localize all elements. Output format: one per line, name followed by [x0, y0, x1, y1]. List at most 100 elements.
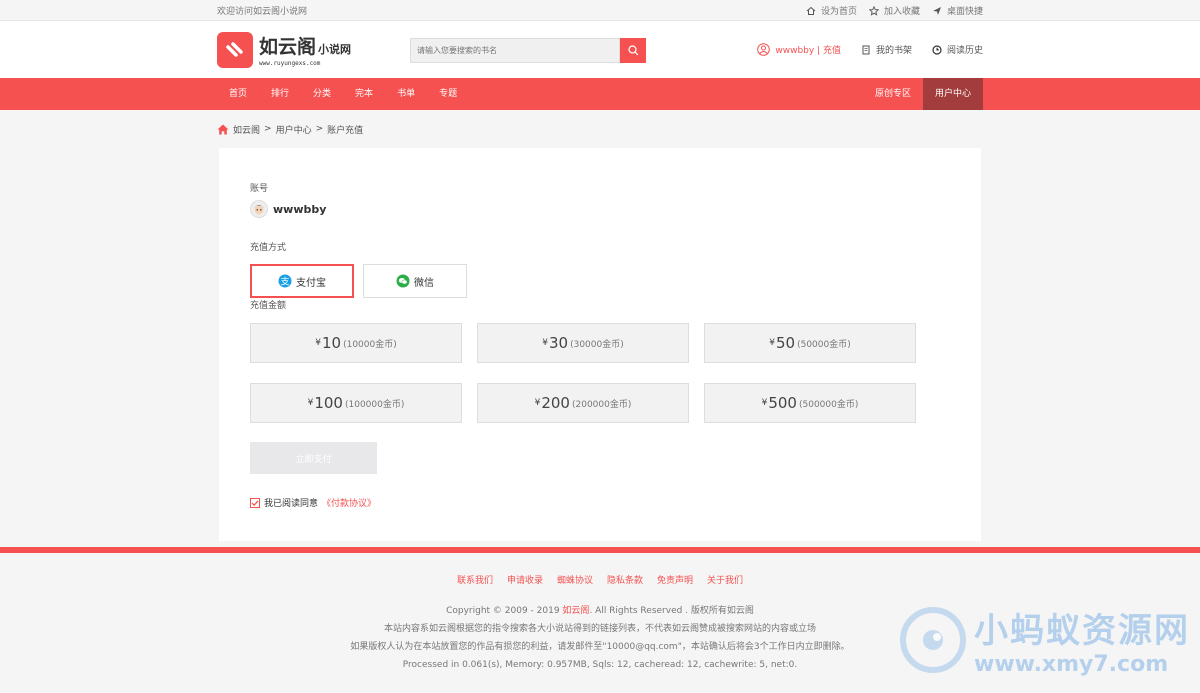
amount-option-200[interactable]: ¥200 (200000金币) — [477, 383, 689, 423]
alipay-icon: 支 — [278, 274, 292, 288]
breadcrumb-home[interactable]: 如云阁 — [233, 123, 260, 136]
wechat-label: 微信 — [414, 277, 434, 289]
site-logo[interactable]: 如云阁 小说网 www.ruyungexs.com — [217, 31, 352, 68]
payment-agreement-link[interactable]: 《付款协议》 — [322, 496, 376, 509]
amount-option-50[interactable]: ¥50 (50000金币) — [704, 323, 916, 363]
agreement-row: 我已阅读同意 《付款协议》 — [250, 496, 950, 509]
nav-ranking[interactable]: 排行 — [259, 78, 301, 110]
header: 如云阁 小说网 www.ruyungexs.com wwwbby | 充值 我的… — [0, 21, 1200, 78]
topbar: 欢迎访问如云阁小说网 设为首页 加入收藏 桌面快捷 — [0, 0, 1200, 21]
account-label: 账号 — [250, 184, 269, 194]
amount-coins: (500000金币) — [798, 399, 859, 410]
breadcrumb-current: 账户充值 — [327, 125, 364, 136]
method-label: 充值方式 — [250, 243, 287, 253]
logo-subtitle: 小说网 — [318, 43, 352, 56]
currency-symbol: ¥ — [761, 398, 768, 408]
recharge-panel: 账号 wwwbby 充值方式 支 支付宝 微信 充值金额 ¥10 (10000金币… — [219, 148, 981, 541]
add-fav-link[interactable]: 加入收藏 — [868, 4, 920, 17]
nav-complete[interactable]: 完本 — [343, 78, 385, 110]
logo-title: 如云阁 — [259, 36, 317, 58]
nav-home[interactable]: 首页 — [217, 78, 259, 110]
footer-link-privacy[interactable]: 隐私条款 — [607, 573, 643, 586]
history-link[interactable]: 阅读历史 — [932, 43, 983, 56]
amount-grid: ¥10 (10000金币) ¥30 (30000金币) ¥50 (50000金币) ¥… — [250, 323, 950, 423]
user-link-label: wwwbby | 充值 — [775, 46, 841, 56]
logo-icon — [217, 31, 253, 68]
search-input[interactable] — [410, 38, 620, 63]
copyright-post: . All Rights Reserved . 版权所有如云阁 — [589, 606, 754, 616]
desktop-link[interactable]: 桌面快捷 — [932, 4, 983, 17]
nav-original[interactable]: 原创专区 — [863, 78, 923, 110]
currency-symbol: ¥ — [307, 398, 314, 408]
bookshelf-label: 我的书架 — [875, 46, 912, 56]
clock-icon — [932, 44, 942, 55]
desktop-label: 桌面快捷 — [946, 7, 983, 17]
nav-topics[interactable]: 专题 — [427, 78, 469, 110]
user-area: wwwbby | 充值 我的书架 阅读历史 — [757, 21, 983, 78]
breadcrumb-user-center[interactable]: 用户中心 — [276, 123, 312, 136]
nav-booklist[interactable]: 书单 — [385, 78, 427, 110]
footer-link-about[interactable]: 关于我们 — [707, 573, 743, 586]
amount-value: 30 — [548, 334, 569, 352]
watermark: 小蚂蚁资源网 www.xmy7.com — [900, 603, 1190, 677]
svg-text:支: 支 — [280, 276, 289, 288]
watermark-logo-icon — [900, 607, 966, 673]
book-icon — [862, 45, 870, 54]
footer-link-contact[interactable]: 联系我们 — [457, 573, 493, 586]
home-icon — [806, 6, 816, 15]
set-home-link[interactable]: 设为首页 — [806, 4, 857, 17]
bookshelf-link[interactable]: 我的书架 — [861, 43, 912, 56]
amount-coins: (10000金币) — [343, 339, 397, 350]
currency-symbol: ¥ — [315, 338, 321, 348]
nav-category[interactable]: 分类 — [301, 78, 343, 110]
user-icon — [757, 43, 771, 56]
footer-link-spider[interactable]: 蜘蛛协议 — [557, 573, 593, 586]
welcome-text: 欢迎访问如云阁小说网 — [217, 7, 308, 17]
nav-user-center[interactable]: 用户中心 — [922, 78, 983, 110]
amount-option-10[interactable]: ¥10 (10000金币) — [250, 323, 462, 363]
amount-option-100[interactable]: ¥100 (100000金币) — [250, 383, 462, 423]
currency-symbol: ¥ — [542, 338, 548, 348]
amount-value: 50 — [775, 334, 796, 352]
search-icon — [627, 45, 638, 56]
account-name: wwwbby — [273, 202, 327, 216]
user-link[interactable]: wwwbby | 充值 — [757, 43, 841, 56]
footer-link-disclaimer[interactable]: 免责声明 — [657, 573, 693, 586]
logo-url: www.ruyungexs.com — [259, 60, 321, 67]
set-home-label: 设为首页 — [820, 7, 857, 17]
add-fav-label: 加入收藏 — [883, 7, 920, 17]
payment-methods: 支 支付宝 微信 — [250, 264, 950, 298]
breadcrumb-sep: > — [315, 124, 324, 134]
home-icon[interactable] — [217, 124, 229, 135]
amount-coins: (100000金币) — [344, 399, 405, 410]
search-button[interactable] — [620, 38, 646, 63]
watermark-url: www.xmy7.com — [974, 652, 1169, 677]
star-icon — [868, 5, 879, 16]
search-bar — [410, 38, 646, 63]
alipay-label: 支付宝 — [296, 277, 326, 289]
send-icon — [932, 6, 941, 15]
currency-symbol: ¥ — [769, 338, 775, 348]
wechat-icon — [396, 274, 410, 288]
amount-value: 200 — [541, 394, 570, 412]
amount-value: 100 — [314, 394, 343, 412]
watermark-cn: 小蚂蚁资源网 — [974, 611, 1190, 651]
amount-option-30[interactable]: ¥30 (30000金币) — [477, 323, 689, 363]
history-label: 阅读历史 — [946, 46, 983, 56]
alipay-button[interactable]: 支 支付宝 — [250, 264, 354, 298]
copyright-site-link[interactable]: 如云阁 — [562, 606, 589, 616]
amount-value: 500 — [768, 394, 797, 412]
amount-option-500[interactable]: ¥500 (500000金币) — [704, 383, 916, 423]
account-row: wwwbby — [250, 200, 950, 218]
amount-coins: (200000金币) — [571, 399, 632, 410]
footer-links: 联系我们 申请收录 蜘蛛协议 隐私条款 免责声明 关于我们 — [0, 573, 1200, 586]
agree-checkbox[interactable] — [250, 497, 260, 508]
breadcrumb-sep: > — [264, 124, 272, 134]
amount-label: 充值金额 — [250, 301, 287, 311]
footer-link-submit[interactable]: 申请收录 — [507, 573, 543, 586]
wechat-button[interactable]: 微信 — [363, 264, 467, 298]
agree-text: 我已阅读同意 — [264, 499, 319, 509]
copyright-pre: Copyright © 2009 - 2019 — [446, 606, 563, 616]
amount-value: 10 — [321, 334, 342, 352]
pay-now-button[interactable]: 立即支付 — [250, 442, 377, 474]
